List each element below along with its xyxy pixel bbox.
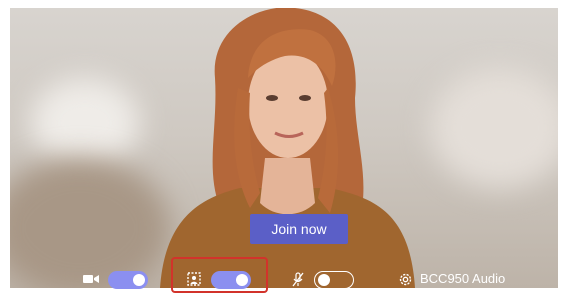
background-effects-toggle[interactable] <box>211 271 251 289</box>
microphone-muted-icon[interactable] <box>290 271 306 287</box>
microphone-toggle[interactable] <box>314 271 354 289</box>
camera-toggle[interactable] <box>108 271 148 289</box>
gear-icon[interactable] <box>397 271 413 287</box>
background-effects-icon[interactable] <box>186 271 202 287</box>
video-preview: Join now <box>10 8 558 288</box>
microphone-toggle-knob <box>318 273 330 286</box>
background-effects-toggle-knob <box>236 274 248 286</box>
join-now-button[interactable]: Join now <box>250 214 348 244</box>
camera-toggle-knob <box>133 274 145 286</box>
video-camera-icon[interactable] <box>82 273 100 285</box>
audio-device-label[interactable]: BCC950 Audio <box>420 271 505 286</box>
participant-self-view <box>160 8 415 288</box>
